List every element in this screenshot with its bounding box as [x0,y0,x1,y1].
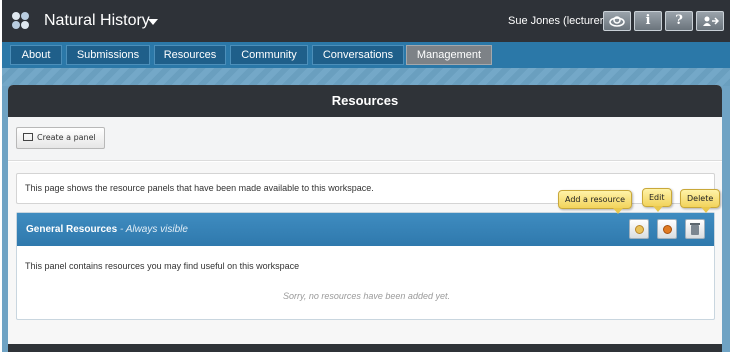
info-icon: i [645,13,651,28]
panel-description: This panel contains resources you may fi… [25,261,300,271]
workspace-title[interactable]: Natural History [44,12,150,30]
tooltip-edit: Edit [642,188,672,212]
trash-icon [690,223,700,235]
panel-title: General Resources [26,224,118,235]
add-resource-icon [635,225,644,234]
app-logo-icon[interactable] [12,12,30,30]
footer-bar [8,344,722,352]
tab-conversations[interactable]: Conversations [312,45,404,65]
chevron-down-icon[interactable] [148,19,158,25]
resources-card: Resources Create a panel This page shows… [8,85,722,352]
delete-panel-button[interactable] [685,219,705,239]
tab-management[interactable]: Management [406,45,492,65]
main-nav: About Submissions Resources Community Co… [2,42,730,68]
toolbar: Create a panel [8,117,722,161]
tooltip-add-resource: Add a resource [558,190,633,214]
add-resource-button[interactable] [629,219,649,239]
tab-resources[interactable]: Resources [154,45,226,65]
panel-visibility: - Always visible [119,224,188,235]
edit-panel-button[interactable] [657,219,677,239]
tooltip-delete: Delete [680,189,721,213]
create-panel-button[interactable]: Create a panel [16,127,105,149]
tab-about[interactable]: About [10,45,62,65]
empty-resources-note: Sorry, no resources have been added yet. [283,291,450,301]
tab-community[interactable]: Community [230,45,308,65]
top-bar: Natural History Sue Jones (lecturer) i ? [2,0,730,42]
panel-header: General Resources - Always visible [17,213,714,246]
tab-submissions[interactable]: Submissions [66,45,150,65]
help-icon: ? [675,13,683,28]
panel-icon [23,133,33,141]
user-label: Sue Jones (lecturer) [508,15,608,27]
profile-button[interactable] [603,11,631,31]
gear-icon [663,225,672,234]
page-title: Resources [8,85,722,117]
help-button[interactable]: ? [665,11,693,31]
create-panel-label: Create a panel [37,133,96,142]
logout-button[interactable] [696,11,724,31]
cloud-icon [609,16,625,27]
decorative-band [2,68,730,86]
logout-icon [703,16,720,26]
info-button[interactable]: i [634,11,662,31]
resource-panel: General Resources - Always visible This … [16,212,715,320]
